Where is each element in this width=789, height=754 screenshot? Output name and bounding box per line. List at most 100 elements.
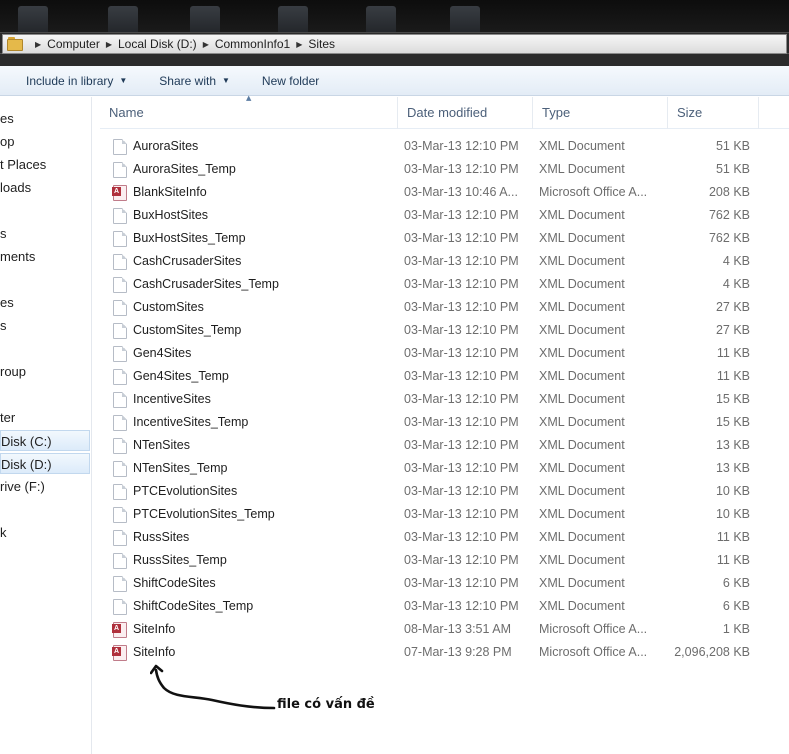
file-date-modified: 03-Mar-13 12:10 PM (404, 231, 519, 245)
chevron-right-icon[interactable]: ▶ (106, 40, 112, 49)
chevron-right-icon[interactable]: ▶ (35, 40, 41, 49)
navigation-pane[interactable]: es op t Places loads s ments es s roup t… (0, 97, 92, 754)
file-row[interactable]: SiteInfo 08-Mar-13 3:51 AM Microsoft Offic… (100, 618, 760, 641)
column-header-name[interactable]: Name (100, 97, 398, 129)
file-size: 11 KB (716, 553, 750, 567)
nav-item[interactable]: s (0, 223, 90, 244)
file-row[interactable]: NTenSites_Temp 03-Mar-13 12:10 PM XML Docu… (100, 457, 760, 480)
file-row[interactable]: CashCrusaderSites_Temp 03-Mar-13 12:10 PM… (100, 273, 760, 296)
chevron-right-icon[interactable]: ▶ (296, 40, 302, 49)
breadcrumb-local-disk-d[interactable]: Local Disk (D:) (118, 37, 197, 51)
access-lock-icon (112, 622, 127, 638)
file-row[interactable]: AuroraSites_Temp 03-Mar-13 12:10 PM XML Do… (100, 158, 760, 181)
file-list[interactable]: ▲ Name Date modified Type Size AuroraSit… (100, 94, 789, 754)
xml-document-icon (113, 599, 127, 615)
breadcrumb[interactable]: ▶ Computer ▶ Local Disk (D:) ▶ CommonInf… (2, 34, 787, 54)
breadcrumb-sites[interactable]: Sites (308, 37, 335, 51)
file-row[interactable]: CashCrusaderSites 03-Mar-13 12:10 PM XML D… (100, 250, 760, 273)
file-type: XML Document (539, 139, 625, 153)
file-size: 6 KB (722, 599, 750, 613)
file-size: 4 KB (722, 254, 750, 268)
xml-document-icon (113, 346, 127, 362)
file-name: CashCrusaderSites (133, 254, 242, 268)
file-type: XML Document (539, 208, 625, 222)
file-row[interactable]: CustomSites 03-Mar-13 12:10 PM XML Documen… (100, 296, 760, 319)
nav-item[interactable]: es (0, 292, 90, 313)
nav-item[interactable]: loads (0, 177, 90, 198)
nav-item[interactable]: ter (0, 407, 90, 428)
toolbar-separator (0, 54, 789, 66)
file-row[interactable]: IncentiveSites_Temp 03-Mar-13 12:10 PM XML… (100, 411, 760, 434)
file-date-modified: 03-Mar-13 12:10 PM (404, 599, 519, 613)
file-row[interactable]: PTCEvolutionSites 03-Mar-13 12:10 PM XML D… (100, 480, 760, 503)
file-size: 13 KB (715, 438, 750, 452)
file-size: 11 KB (716, 530, 750, 544)
xml-document-icon (113, 576, 127, 592)
file-row[interactable]: Gen4Sites_Temp 03-Mar-13 12:10 PM XML Docu… (100, 365, 760, 388)
taskbar-thumbnail-icon (108, 6, 138, 32)
nav-item[interactable]: roup (0, 361, 90, 382)
annotation-text: file có vấn đề (277, 697, 375, 712)
file-row[interactable]: NTenSites 03-Mar-13 12:10 PM XML Document 1… (100, 434, 760, 457)
file-row[interactable]: RussSites 03-Mar-13 12:10 PM XML Document 1… (100, 526, 760, 549)
file-size: 51 KB (715, 162, 750, 176)
nav-item[interactable]: t Places (0, 154, 90, 175)
nav-item[interactable]: s (0, 315, 90, 336)
file-date-modified: 03-Mar-13 12:10 PM (404, 277, 519, 291)
file-type: XML Document (539, 162, 625, 176)
breadcrumb-computer[interactable]: Computer (47, 37, 100, 51)
file-name: Gen4Sites (133, 346, 192, 360)
nav-item[interactable]: k (0, 522, 90, 543)
file-row[interactable]: IncentiveSites 03-Mar-13 12:10 PM XML Docu… (100, 388, 760, 411)
file-date-modified: 03-Mar-13 12:10 PM (404, 346, 519, 360)
file-type: XML Document (539, 415, 625, 429)
xml-document-icon (113, 553, 127, 569)
file-date-modified: 03-Mar-13 12:10 PM (404, 323, 519, 337)
column-header-type[interactable]: Type (533, 97, 668, 129)
nav-item[interactable]: rive (F:) (0, 476, 90, 497)
breadcrumb-commoninfo1[interactable]: CommonInfo1 (215, 37, 290, 51)
file-date-modified: 03-Mar-13 12:10 PM (404, 553, 519, 567)
file-size: 6 KB (722, 576, 750, 590)
file-type: XML Document (539, 254, 625, 268)
new-folder-button[interactable]: New folder (242, 66, 331, 96)
window-title-strip (0, 0, 789, 32)
file-row[interactable]: ShiftCodeSites 03-Mar-13 12:10 PM XML Docu… (100, 572, 760, 595)
file-row[interactable]: Gen4Sites 03-Mar-13 12:10 PM XML Document 1… (100, 342, 760, 365)
file-date-modified: 03-Mar-13 12:10 PM (404, 484, 519, 498)
nav-item-local-disk-c[interactable]: Disk (C:) (0, 430, 90, 451)
file-row[interactable]: BuxHostSites_Temp 03-Mar-13 12:10 PM XML D… (100, 227, 760, 250)
file-row[interactable]: BuxHostSites 03-Mar-13 12:10 PM XML Docume… (100, 204, 760, 227)
file-row[interactable]: ShiftCodeSites_Temp 03-Mar-13 12:10 PM XML… (100, 595, 760, 618)
nav-item[interactable]: ments (0, 246, 90, 267)
nav-item-local-disk-d[interactable]: Disk (D:) (0, 453, 90, 474)
annotation-arrow (150, 664, 276, 710)
file-size: 4 KB (722, 277, 750, 291)
file-date-modified: 03-Mar-13 12:10 PM (404, 461, 519, 475)
file-row[interactable]: RussSites_Temp 03-Mar-13 12:10 PM XML Docu… (100, 549, 760, 572)
file-name: AuroraSites_Temp (133, 162, 236, 176)
column-header-size[interactable]: Size (668, 97, 759, 129)
file-row[interactable]: BlankSiteInfo 03-Mar-13 10:46 A... Microso… (100, 181, 760, 204)
file-name: RussSites (133, 530, 190, 544)
file-row[interactable]: AuroraSites 03-Mar-13 12:10 PM XML Documen… (100, 135, 760, 158)
file-date-modified: 03-Mar-13 12:10 PM (404, 162, 519, 176)
file-date-modified: 03-Mar-13 12:10 PM (404, 254, 519, 268)
file-row[interactable]: CustomSites_Temp 03-Mar-13 12:10 PM XML Do… (100, 319, 760, 342)
file-size: 762 KB (708, 208, 750, 222)
include-in-library-button[interactable]: Include in library ▼ (0, 66, 139, 96)
share-with-button[interactable]: Share with ▼ (139, 66, 242, 96)
taskbar-thumbnail-icon (450, 6, 480, 32)
file-type: XML Document (539, 576, 625, 590)
nav-item[interactable]: op (0, 131, 90, 152)
column-header-date-modified[interactable]: Date modified (398, 97, 533, 129)
nav-item[interactable]: es (0, 108, 90, 129)
file-type: XML Document (539, 553, 625, 567)
file-date-modified: 08-Mar-13 3:51 AM (404, 622, 511, 636)
address-bar[interactable]: ▶ Computer ▶ Local Disk (D:) ▶ CommonInf… (0, 32, 789, 54)
file-name: SiteInfo (133, 622, 176, 636)
file-type: XML Document (539, 346, 625, 360)
xml-document-icon (113, 208, 127, 224)
chevron-right-icon[interactable]: ▶ (203, 40, 209, 49)
file-row[interactable]: PTCEvolutionSites_Temp 03-Mar-13 12:10 PM… (100, 503, 760, 526)
